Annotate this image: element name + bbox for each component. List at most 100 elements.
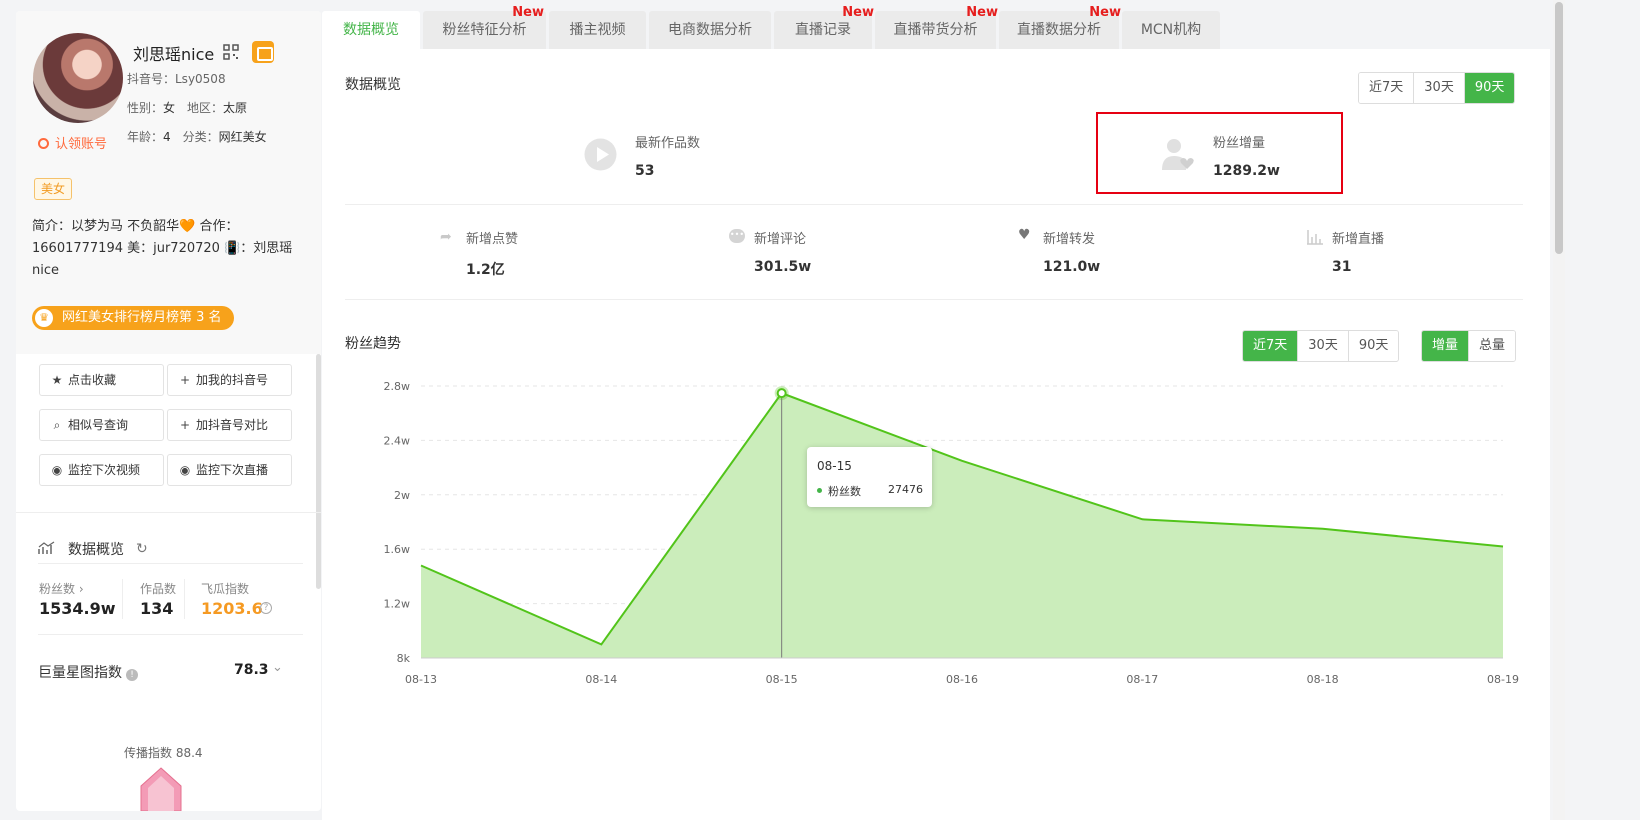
radar-chart bbox=[140, 767, 182, 811]
y-tick-label: 8k bbox=[397, 652, 411, 665]
y-tick-label: 2w bbox=[394, 489, 410, 502]
feigua-index-value: 1203.6 bbox=[201, 599, 263, 618]
y-tick-label: 1.2w bbox=[384, 598, 411, 611]
range-90d-button[interactable]: 90天 bbox=[1464, 73, 1515, 103]
share-icon: ➦ bbox=[440, 229, 452, 245]
x-tick-label: 08-18 bbox=[1307, 673, 1339, 686]
add-compare-button[interactable]: + 加抖音号对比 bbox=[167, 409, 292, 441]
crown-icon: ♛ bbox=[35, 309, 53, 327]
heart-icon: ♥ bbox=[1018, 227, 1031, 243]
claim-account-link[interactable]: 认领账号 bbox=[38, 133, 107, 152]
y-tick-label: 1.6w bbox=[384, 543, 411, 556]
area-fill bbox=[421, 393, 1503, 658]
juliang-index-value: 78.3 bbox=[234, 662, 269, 678]
monitor-video-button[interactable]: ◉ 监控下次视频 bbox=[39, 454, 164, 486]
divider bbox=[38, 563, 303, 564]
tooltip-date: 08-15 bbox=[817, 459, 852, 473]
fans-trend-chart[interactable]: 8k 1.2w 1.6w 2w 2.4w 2.8w 08-13 08-14 08-15 08-16… bbox=[360, 370, 1540, 700]
tab-overview[interactable]: 数据概览 bbox=[322, 11, 420, 49]
fans-count-value: 1534.9w bbox=[39, 599, 116, 618]
profile-name: 刘思瑶nice bbox=[133, 45, 215, 64]
fans-growth-value: 1289.2w bbox=[1213, 163, 1280, 179]
eye-icon: ◉ bbox=[51, 463, 63, 477]
tab-fans-analysis[interactable]: 粉丝特征分析 New bbox=[423, 5, 546, 49]
trend-range-selector: 近7天 30天 90天 bbox=[1242, 330, 1400, 362]
fans-count-label[interactable]: 粉丝数 › bbox=[39, 580, 84, 597]
new-badge: New bbox=[1089, 5, 1121, 20]
x-tick-label: 08-13 bbox=[405, 673, 437, 686]
avatar[interactable] bbox=[33, 33, 123, 123]
range-7d-button[interactable]: 近7天 bbox=[1359, 73, 1415, 103]
eye-icon: ◉ bbox=[179, 463, 191, 477]
monitor-live-button[interactable]: ◉ 监控下次直播 bbox=[167, 454, 292, 486]
qr-code-icon[interactable] bbox=[223, 44, 239, 60]
tab-mcn[interactable]: MCN机构 bbox=[1122, 11, 1220, 49]
profile-panel: 刘思瑶nice 抖音号：Lsy0508 性别：女 地区：太原 认领账号 年龄：4 分… bbox=[16, 11, 321, 811]
divider bbox=[16, 512, 321, 513]
new-likes-label: 新增点赞 bbox=[466, 232, 519, 247]
divider bbox=[38, 634, 303, 635]
feigua-index-label: 飞瓜指数 bbox=[201, 582, 250, 596]
page-scrollbar-thumb[interactable] bbox=[1555, 2, 1563, 254]
mode-total-button[interactable]: 总量 bbox=[1469, 331, 1516, 361]
fans-growth-label: 粉丝增量 bbox=[1213, 136, 1266, 151]
new-likes-value: 1.2亿 bbox=[466, 262, 505, 278]
new-lives-value: 31 bbox=[1332, 259, 1352, 275]
trend-90d-button[interactable]: 90天 bbox=[1348, 331, 1399, 361]
fans-trend-title: 粉丝趋势 bbox=[345, 336, 401, 352]
highlight-box bbox=[1096, 112, 1343, 194]
x-tick-label: 08-17 bbox=[1126, 673, 1158, 686]
refresh-icon[interactable]: ↻ bbox=[136, 541, 148, 557]
new-comments-label: 新增评论 bbox=[754, 232, 807, 247]
comment-icon: ••• bbox=[729, 229, 745, 243]
bar-chart-icon bbox=[1307, 230, 1323, 245]
latest-works-label: 最新作品数 bbox=[635, 136, 701, 151]
target-icon bbox=[38, 138, 49, 149]
new-shares-label: 新增转发 bbox=[1043, 232, 1096, 247]
profile-bio: 简介：以梦为马 不负韶华🧡 合作： 16601777194 美：jur72072… bbox=[32, 219, 293, 278]
category-tag: 美女 bbox=[34, 178, 73, 200]
x-tick-label: 08-16 bbox=[946, 673, 978, 686]
plus-icon: + bbox=[179, 418, 191, 432]
tab-live-data-analysis[interactable]: 直播数据分析 New bbox=[999, 5, 1121, 49]
star-icon: ★ bbox=[51, 373, 63, 387]
y-tick-label: 2.4w bbox=[384, 434, 411, 447]
new-badge: New bbox=[966, 5, 998, 20]
shop-icon[interactable] bbox=[252, 41, 274, 63]
range-30d-button[interactable]: 30天 bbox=[1414, 73, 1465, 103]
tab-live-records[interactable]: 直播记录 New bbox=[774, 5, 874, 49]
favorite-button[interactable]: ★ 点击收藏 bbox=[39, 364, 164, 396]
tab-live-sales-analysis[interactable]: 直播带货分析 New bbox=[875, 5, 998, 49]
add-my-douyin-button[interactable]: + 加我的抖音号 bbox=[167, 364, 292, 396]
chart-tooltip: 08-15 粉丝数 27476 bbox=[807, 447, 932, 507]
help-icon[interactable]: ? bbox=[260, 602, 272, 614]
divider bbox=[345, 204, 1523, 205]
similar-search-button[interactable]: ⌕ 相似号查询 bbox=[39, 409, 164, 441]
search-icon: ⌕ bbox=[53, 418, 61, 432]
trend-chart-icon bbox=[38, 541, 55, 554]
new-lives-label: 新增直播 bbox=[1332, 232, 1385, 247]
tab-ecommerce-analysis[interactable]: 电商数据分析 bbox=[649, 11, 771, 49]
new-badge: New bbox=[842, 5, 874, 20]
sidebar-overview-title: 数据概览 bbox=[68, 542, 124, 558]
mode-increment-button[interactable]: 增量 bbox=[1422, 331, 1470, 361]
x-tick-label: 08-14 bbox=[585, 673, 617, 686]
new-comments-value: 301.5w bbox=[754, 259, 812, 275]
play-icon bbox=[584, 138, 617, 171]
panel-scrollbar[interactable] bbox=[316, 354, 321, 589]
tab-creator-videos[interactable]: 播主视频 bbox=[549, 11, 646, 49]
new-shares-value: 121.0w bbox=[1043, 259, 1101, 275]
age-category: 年龄：4 分类：网红美女 bbox=[127, 130, 267, 144]
x-tick-label: 08-19 bbox=[1487, 673, 1519, 686]
x-tick-label: 08-15 bbox=[766, 673, 798, 686]
plus-icon: + bbox=[179, 373, 191, 387]
y-tick-label: 2.8w bbox=[384, 380, 411, 393]
rank-badge[interactable]: ♛ 网红美女排行榜月榜第 3 名 bbox=[32, 306, 234, 330]
gender-region: 性别：女 地区：太原 bbox=[127, 101, 248, 115]
trend-7d-button[interactable]: 近7天 bbox=[1243, 331, 1299, 361]
highlight-point bbox=[776, 388, 787, 399]
trend-mode-selector: 增量 总量 bbox=[1421, 330, 1517, 362]
info-icon[interactable]: ! bbox=[126, 669, 138, 681]
chevron-down-icon[interactable]: ⌄ bbox=[272, 660, 283, 675]
trend-30d-button[interactable]: 30天 bbox=[1298, 331, 1349, 361]
